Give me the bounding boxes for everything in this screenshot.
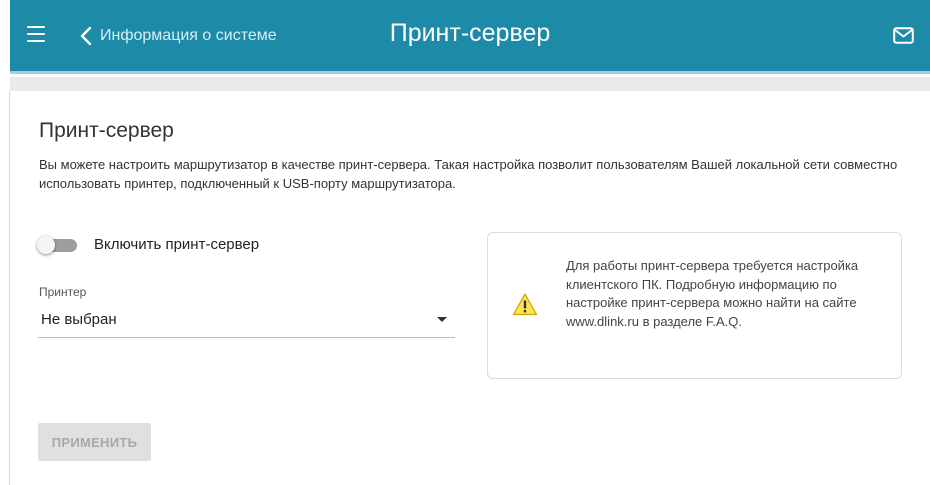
enable-print-server-label: Включить принт-сервер [94, 236, 260, 253]
enable-print-server-toggle[interactable] [37, 236, 79, 254]
section-description: Вы можете настроить маршрутизатор в каче… [39, 157, 898, 191]
apply-button[interactable]: ПРИМЕНИТЬ [38, 423, 151, 461]
printer-select-value: Не выбран [41, 311, 117, 328]
info-note-text: Для работы принт-сервера требуется настр… [566, 258, 859, 329]
dropdown-caret-icon [437, 317, 447, 322]
content-left-border [9, 91, 10, 485]
top-app-bar: Информация о системе Принт-сервер [10, 0, 930, 74]
toggle-knob [37, 236, 55, 254]
warning-icon [512, 293, 538, 316]
printer-select[interactable]: Не выбран [38, 306, 455, 338]
printer-field-label: Принтер [39, 285, 87, 299]
page-title: Принт-сервер [389, 19, 551, 47]
subheader-bar [10, 77, 930, 91]
section-title: Принт-сервер [39, 119, 174, 142]
info-note-box: Для работы принт-сервера требуется настр… [487, 232, 902, 379]
envelope-icon[interactable] [893, 27, 914, 44]
